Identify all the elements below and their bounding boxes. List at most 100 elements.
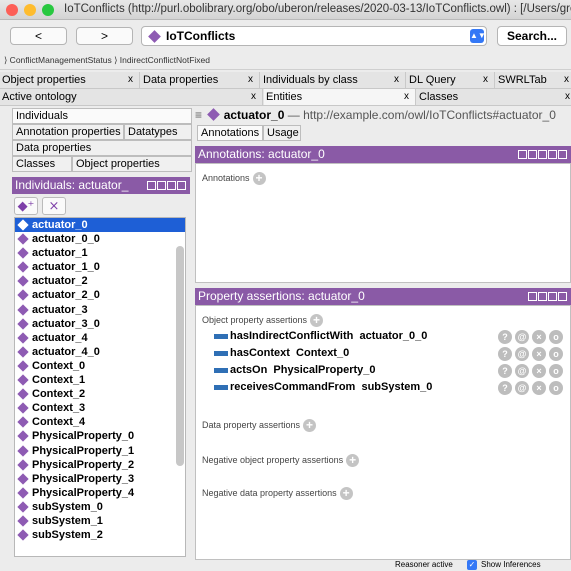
tab-classes[interactable]: Classes x	[417, 89, 571, 105]
add-individual-button[interactable]: ◆⁺	[14, 197, 38, 215]
delete-icon[interactable]: ×	[532, 330, 546, 344]
annotate-icon[interactable]: @	[515, 381, 529, 395]
individuals-list[interactable]: actuator_0 actuator_0_0 actuator_1 actuator…	[14, 217, 186, 557]
list-item[interactable]: actuator_1_0	[15, 260, 185, 274]
list-item[interactable]: actuator_4	[15, 331, 185, 345]
tab-classes-left[interactable]: Classes	[12, 156, 72, 172]
float-icon[interactable]	[548, 292, 557, 301]
list-item[interactable]: Context_3	[15, 401, 185, 415]
close-tab-icon[interactable]: x	[404, 89, 409, 105]
show-inferences-checkbox[interactable]: ✓	[467, 560, 477, 570]
close-tab-icon[interactable]: x	[248, 72, 253, 88]
list-item[interactable]: PhysicalProperty_3	[15, 472, 185, 486]
forward-button[interactable]: >	[76, 27, 133, 45]
back-button[interactable]: <	[10, 27, 67, 45]
explain-icon[interactable]: ?	[498, 330, 512, 344]
list-item[interactable]: PhysicalProperty_1	[15, 444, 185, 458]
tab-data-properties-left[interactable]: Data properties	[12, 140, 192, 156]
individual-icon	[17, 332, 29, 344]
edit-icon[interactable]: o	[549, 347, 563, 361]
add-neg-data-assertion-button[interactable]: +	[339, 487, 353, 500]
float-icon[interactable]	[167, 181, 176, 190]
close-tab-icon[interactable]: x	[564, 72, 569, 88]
edit-icon[interactable]: o	[549, 381, 563, 395]
tab-annotations[interactable]: Annotations	[197, 125, 263, 141]
list-item[interactable]: subSystem_0	[15, 500, 185, 514]
tab-active-ontology[interactable]: Active ontology x	[0, 89, 263, 105]
individual-icon	[17, 261, 29, 273]
delete-icon[interactable]: ×	[532, 364, 546, 378]
pin-icon[interactable]	[528, 150, 537, 159]
explain-icon[interactable]: ?	[498, 381, 512, 395]
search-button[interactable]: Search...	[497, 26, 567, 46]
list-item[interactable]: actuator_1	[15, 246, 185, 260]
tab-object-properties-left[interactable]: Object properties	[72, 156, 192, 172]
assertion-row[interactable]: receivesCommandFrom subSystem_0	[214, 381, 432, 395]
list-item[interactable]: actuator_3	[15, 303, 185, 317]
pin-icon[interactable]	[147, 181, 156, 190]
tab-usage[interactable]: Usage	[263, 125, 301, 141]
list-scrollbar[interactable]	[176, 246, 184, 466]
annotate-icon[interactable]: @	[515, 330, 529, 344]
list-item[interactable]: PhysicalProperty_0	[15, 429, 185, 443]
tab-data-properties[interactable]: Data properties x	[141, 72, 260, 88]
split-icon[interactable]	[157, 181, 166, 190]
add-annotation-button[interactable]: +	[252, 172, 266, 185]
delete-icon[interactable]: ×	[532, 381, 546, 395]
list-item[interactable]: subSystem_1	[15, 514, 185, 528]
close-tab-icon[interactable]: x	[483, 72, 488, 88]
delete-icon[interactable]: ×	[532, 347, 546, 361]
list-item[interactable]: PhysicalProperty_2	[15, 458, 185, 472]
tab-dl-query[interactable]: DL Query x	[407, 72, 495, 88]
explain-icon[interactable]: ?	[498, 347, 512, 361]
list-item[interactable]: actuator_2	[15, 274, 185, 288]
zoom-window-button[interactable]	[42, 4, 54, 16]
float-icon[interactable]	[548, 150, 557, 159]
assertion-row[interactable]: actsOn PhysicalProperty_0	[214, 364, 376, 378]
close-panel-icon[interactable]	[558, 150, 567, 159]
list-item[interactable]: actuator_0	[15, 218, 185, 233]
split-icon[interactable]	[538, 292, 547, 301]
add-data-assertion-button[interactable]: +	[303, 419, 317, 432]
add-neg-object-assertion-button[interactable]: +	[346, 454, 360, 467]
explain-icon[interactable]: ?	[498, 364, 512, 378]
menu-icon[interactable]: ≡	[195, 108, 202, 122]
add-object-assertion-button[interactable]: +	[310, 314, 324, 327]
tab-object-properties[interactable]: Object properties x	[0, 72, 140, 88]
help-icon[interactable]	[518, 150, 527, 159]
edit-icon[interactable]: o	[549, 330, 563, 344]
list-item[interactable]: subSystem_2	[15, 528, 185, 542]
list-item[interactable]: Context_1	[15, 373, 185, 387]
tab-entities[interactable]: Entities x	[264, 89, 416, 105]
assertion-row[interactable]: hasContext Context_0	[214, 347, 349, 361]
pin-icon[interactable]	[528, 292, 537, 301]
close-panel-icon[interactable]	[558, 292, 567, 301]
list-item[interactable]: actuator_2_0	[15, 288, 185, 302]
tab-individuals-by-class[interactable]: Individuals by class x	[261, 72, 406, 88]
tab-datatypes[interactable]: Datatypes	[124, 124, 192, 140]
assertion-row[interactable]: hasIndirectConflictWith actuator_0_0	[214, 330, 427, 344]
list-item[interactable]: PhysicalProperty_4	[15, 486, 185, 500]
close-tab-icon[interactable]: x	[394, 72, 399, 88]
list-item[interactable]: Context_0	[15, 359, 185, 373]
list-item[interactable]: actuator_0_0	[15, 232, 185, 246]
annotate-icon[interactable]: @	[515, 347, 529, 361]
tab-annotation-properties[interactable]: Annotation properties	[12, 124, 124, 140]
close-tab-icon[interactable]: x	[128, 72, 133, 88]
minimize-window-button[interactable]	[24, 4, 36, 16]
close-tab-icon[interactable]: x	[565, 89, 570, 105]
split-icon[interactable]	[538, 150, 547, 159]
close-window-button[interactable]	[6, 4, 18, 16]
close-panel-icon[interactable]	[177, 181, 186, 190]
delete-individual-button[interactable]: ⨯	[42, 197, 66, 215]
list-item[interactable]: Context_2	[15, 387, 185, 401]
close-tab-icon[interactable]: x	[251, 89, 256, 105]
list-item[interactable]: actuator_3_0	[15, 317, 185, 331]
edit-icon[interactable]: o	[549, 364, 563, 378]
tab-swrltab[interactable]: SWRLTab x	[496, 72, 571, 88]
annotate-icon[interactable]: @	[515, 364, 529, 378]
ontology-selector[interactable]: IoTConflicts ▲▼	[141, 26, 487, 46]
list-item[interactable]: actuator_4_0	[15, 345, 185, 359]
tab-individuals[interactable]: Individuals	[12, 108, 192, 124]
list-item[interactable]: Context_4	[15, 415, 185, 429]
